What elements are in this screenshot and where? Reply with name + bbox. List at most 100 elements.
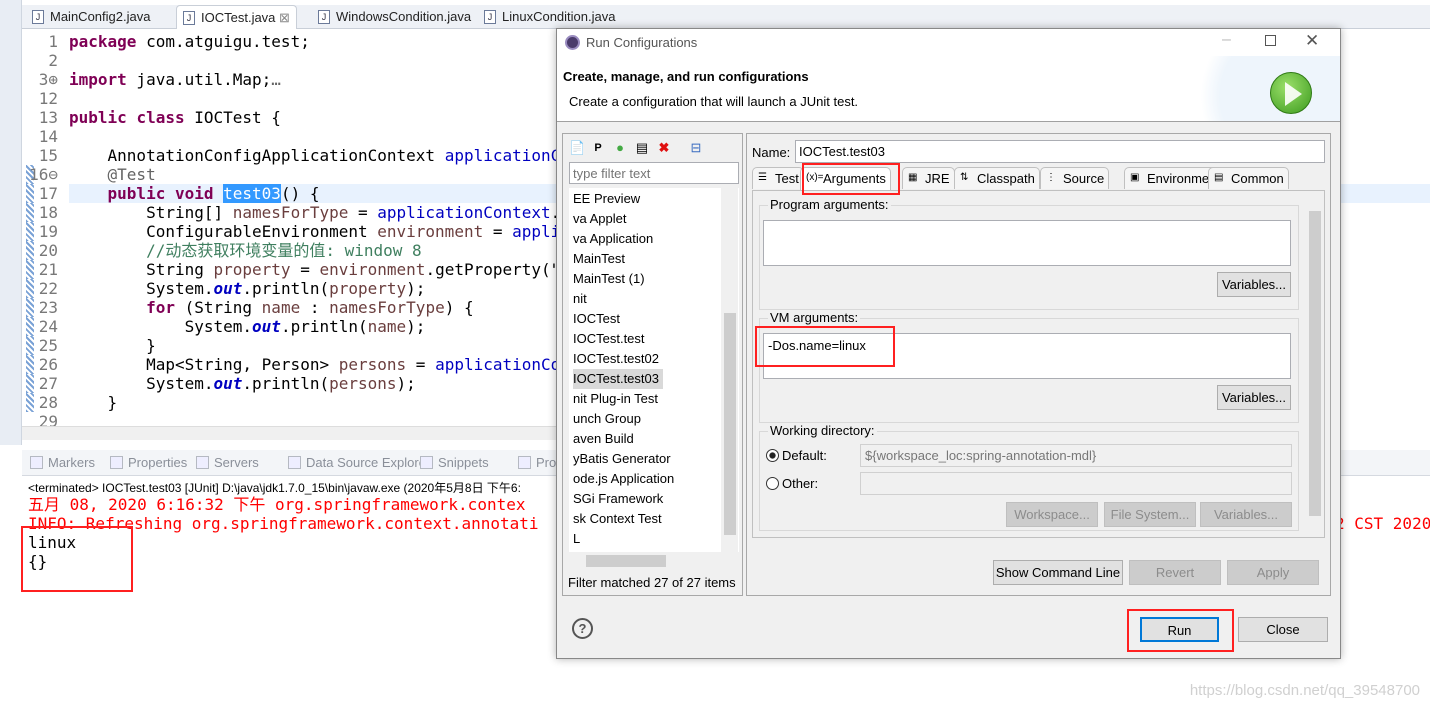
close-window-button[interactable]: ✕ xyxy=(1305,31,1319,51)
highlight-box-vm-args xyxy=(755,326,895,367)
launch-config-item[interactable]: unch Group xyxy=(573,409,641,429)
other-radio[interactable] xyxy=(766,477,779,490)
launch-config-item[interactable]: SGi Framework xyxy=(573,489,663,509)
editor-tab-label: IOCTest.java xyxy=(201,10,276,25)
tab-label: Source xyxy=(1063,171,1105,186)
new-config-icon[interactable]: 📄 xyxy=(569,140,585,156)
code-line[interactable]: public void test03() { xyxy=(69,184,319,203)
launch-config-item[interactable]: IOCTest.test xyxy=(573,329,645,349)
code-token: ); xyxy=(406,317,426,336)
launch-config-item[interactable]: va Applet xyxy=(573,209,627,229)
tab-jre[interactable]: ▦ JRE xyxy=(902,167,955,189)
show-command-line-button[interactable]: Show Command Line xyxy=(993,560,1123,585)
close-tab-icon[interactable]: ⊠ xyxy=(275,10,290,25)
tab-source[interactable]: ⋮ Source xyxy=(1040,167,1110,189)
tab-classpath[interactable]: ⇅ Classpath xyxy=(954,167,1040,189)
code-line[interactable]: //动态获取环境变量的值: window 8 xyxy=(69,241,422,260)
vm-variables-button[interactable]: Variables... xyxy=(1217,385,1291,410)
minimize-button[interactable]: – xyxy=(1222,31,1231,49)
program-variables-button[interactable]: Variables... xyxy=(1217,272,1291,297)
tab-common[interactable]: ▤ Common xyxy=(1208,167,1289,189)
line-number: 27 xyxy=(38,374,58,393)
launch-config-item[interactable]: yBatis Generator xyxy=(573,449,671,469)
code-token: ); xyxy=(396,374,416,393)
line-number: 14 xyxy=(38,127,58,146)
editor-tab[interactable]: J LinuxCondition.java xyxy=(478,5,621,29)
launch-config-item[interactable]: aven Build xyxy=(573,429,634,449)
code-line[interactable]: public class IOCTest { xyxy=(69,108,281,127)
highlight-box-run xyxy=(1127,609,1234,652)
launch-config-item[interactable]: nit xyxy=(573,289,587,309)
apply-button[interactable]: Apply xyxy=(1227,560,1319,585)
editor-tab[interactable]: J IOCTest.java ⊠ xyxy=(176,5,297,29)
tab-test[interactable]: ☰ Test xyxy=(752,167,804,189)
duplicate-config-icon[interactable]: ▤ xyxy=(635,140,649,156)
default-radio[interactable] xyxy=(766,449,779,462)
code-line[interactable]: import java.util.Map;… xyxy=(69,70,281,89)
classpath-tab-icon: ⇅ xyxy=(960,172,969,183)
delete-config-icon[interactable]: ✖ xyxy=(657,140,671,156)
console-view-tab[interactable]: Markers xyxy=(30,455,95,470)
editor-tab[interactable]: J WindowsCondition.java xyxy=(312,5,477,29)
console-view-tab[interactable]: Snippets xyxy=(420,455,489,470)
console-view-tab[interactable]: Properties xyxy=(110,455,187,470)
code-token: () { xyxy=(280,184,320,203)
console-view-tab[interactable]: Data Source Explorer xyxy=(288,455,430,470)
code-token: environment xyxy=(377,222,484,241)
revert-button[interactable]: Revert xyxy=(1129,560,1221,585)
other-directory-field xyxy=(860,472,1292,495)
tab-label: Common xyxy=(1231,171,1284,186)
watermark: https://blog.csdn.net/qq_39548700 xyxy=(1189,682,1420,699)
tree-horizontal-scrollbar[interactable] xyxy=(569,552,721,569)
launch-config-item[interactable]: sk Context Test xyxy=(573,509,662,529)
code-line[interactable]: } xyxy=(69,336,156,355)
new-prototype-icon[interactable]: P xyxy=(591,140,605,156)
program-arguments-textarea[interactable] xyxy=(763,220,1291,266)
launch-config-list-panel: 📄 P ● ▤ ✖ ⊟ EE Previewva Appletva Applic… xyxy=(562,133,743,596)
help-icon[interactable]: ? xyxy=(572,618,593,639)
launch-config-item[interactable]: IOCTest.test02 xyxy=(573,349,659,369)
code-token: import xyxy=(69,70,127,89)
code-token: Map<String, Person> xyxy=(69,355,339,374)
line-number: 1 xyxy=(48,32,58,51)
java-file-icon: J xyxy=(32,10,44,24)
launch-config-item[interactable]: IOCTest xyxy=(573,309,620,329)
launch-config-item[interactable]: L xyxy=(573,529,580,549)
launch-config-item[interactable]: MainTest (1) xyxy=(573,269,645,289)
code-line[interactable]: for (String name : namesForType) { xyxy=(69,298,474,317)
launch-config-item[interactable]: MainTest xyxy=(573,249,625,269)
editor-tab[interactable]: J MainConfig2.java xyxy=(26,5,156,29)
launch-config-item[interactable]: va Application xyxy=(573,229,653,249)
line-number: 28 xyxy=(38,393,58,412)
view-icon xyxy=(110,456,123,469)
launch-config-item[interactable]: nit Plug-in Test xyxy=(573,389,658,409)
launch-config-tree[interactable]: EE Preview va Applet va Application MainTe… xyxy=(569,188,739,552)
file-system-button[interactable]: File System... xyxy=(1104,502,1196,527)
filter-input[interactable] xyxy=(569,162,739,184)
launch-config-item[interactable]: ode.js Application xyxy=(573,469,674,489)
code-line[interactable]: System.out.println(name); xyxy=(69,317,426,336)
launch-config-item[interactable]: IOCTest.test03 xyxy=(573,369,663,389)
console-view-tab[interactable]: Servers xyxy=(196,455,259,470)
maximize-button[interactable] xyxy=(1265,35,1276,46)
code-line[interactable]: package com.atguigu.test; xyxy=(69,32,310,51)
launch-config-item[interactable]: EE Preview xyxy=(573,189,640,209)
code-line[interactable]: System.out.println(property); xyxy=(69,279,425,298)
tree-vertical-scrollbar[interactable] xyxy=(721,188,738,552)
code-line[interactable]: @Test xyxy=(69,165,156,184)
editor-horizontal-scrollbar[interactable] xyxy=(22,426,557,440)
tab-scrollbar[interactable] xyxy=(1307,193,1322,533)
code-line[interactable]: } xyxy=(69,393,118,412)
config-name-input[interactable] xyxy=(795,140,1325,163)
close-button[interactable]: Close xyxy=(1238,617,1328,642)
workspace-button[interactable]: Workspace... xyxy=(1006,502,1098,527)
code-line[interactable]: System.out.println(persons); xyxy=(69,374,416,393)
code-token: for xyxy=(146,298,175,317)
export-config-icon[interactable]: ● xyxy=(613,140,627,156)
code-token: .println( xyxy=(242,279,330,298)
highlight-box-output xyxy=(21,526,133,592)
working-dir-variables-button[interactable]: Variables... xyxy=(1200,502,1292,527)
code-token: property xyxy=(213,260,291,279)
collapse-all-icon[interactable]: ⊟ xyxy=(689,140,703,156)
